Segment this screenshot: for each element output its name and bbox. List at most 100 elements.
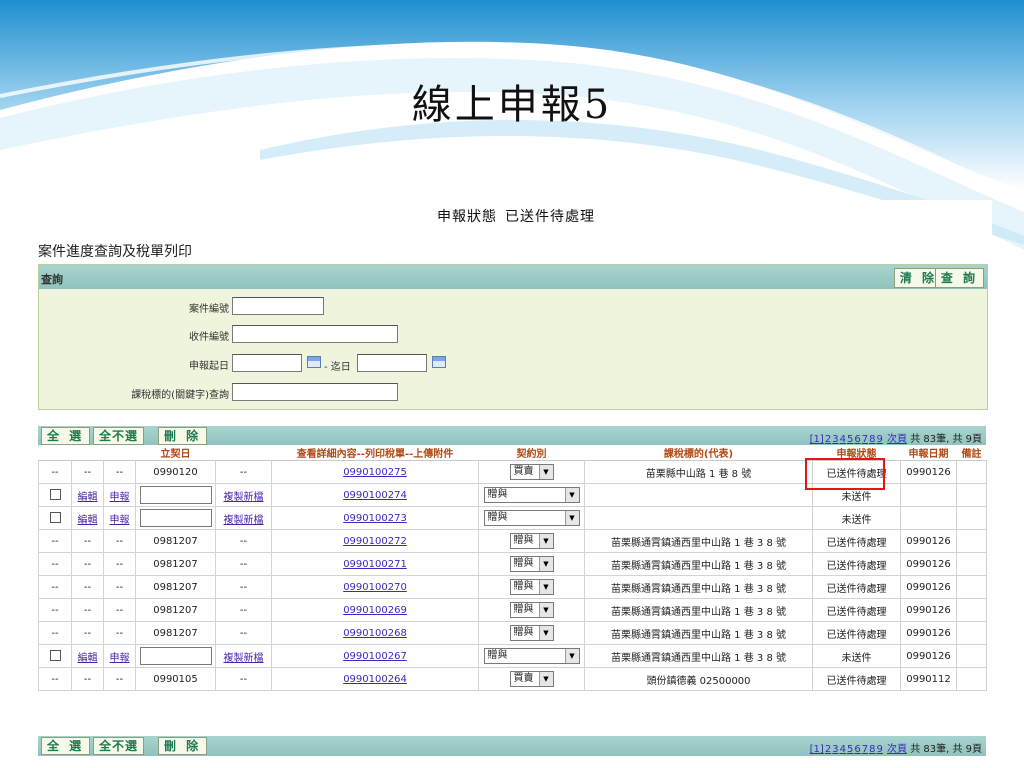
contract-date-cell [135,644,216,668]
pager-links: [1]23456789 [810,744,884,755]
case-no-link[interactable]: 0990100267 [343,651,407,662]
edit-cell: -- [71,667,104,691]
select-cell: -- [38,575,72,599]
page-link[interactable]: [1] [810,434,824,445]
contract-date: 0990105 [153,673,198,685]
case-no-link[interactable]: 0990100273 [343,513,407,524]
row-checkbox[interactable] [49,489,61,501]
select-all-button[interactable]: 全 選 [41,427,91,445]
page-link[interactable]: 6 [854,434,860,445]
case-no-link[interactable]: 0990100264 [343,674,407,685]
contract-type-select[interactable]: 贈與 ▼ [509,602,554,618]
contract-type-select[interactable]: 贈與 ▼ [483,487,580,503]
report-cell: -- [103,552,136,576]
copy-cell: -- [215,529,272,553]
page-link[interactable]: 7 [862,434,868,445]
select-cell [38,483,72,507]
next-page-link[interactable]: 次頁 [887,434,907,445]
contract-type-select[interactable]: 贈與 ▼ [509,625,554,641]
report-cell: -- [103,575,136,599]
case-no-link[interactable]: 0990100269 [343,605,407,616]
search-button[interactable]: 查 詢 [934,268,984,288]
delete-button[interactable]: 刪 除 [158,427,208,445]
contract-type-select[interactable]: 買賣 ▼ [509,464,554,480]
calendar-icon[interactable] [432,356,446,368]
next-page-link[interactable]: 次頁 [887,744,907,755]
page-link[interactable]: [1] [810,744,824,755]
contract-type-select[interactable]: 贈與 ▼ [509,579,554,595]
remark-cell [956,644,987,668]
table-row: -- -- -- 0981207 -- 0990100269 贈與 ▼ 苗栗縣通霄鎮通西里中山路… [38,598,987,622]
select-cell: -- [38,552,72,576]
contract-date-input[interactable] [139,486,212,504]
case-no-link[interactable]: 0990100275 [343,467,407,478]
contract-type-cell: 贈與 ▼ [478,644,585,668]
object-cell: 苗栗縣通霄鎮通西里中山路 1 巷 3 8 號 [584,621,813,645]
object-cell: 苗栗縣通霄鎮通西里中山路 1 巷 3 8 號 [584,552,813,576]
contract-date-input[interactable] [139,509,212,527]
report-link[interactable]: 申報 [110,515,130,526]
case-no-link[interactable]: 0990100268 [343,628,407,639]
page-link[interactable]: 9 [876,744,882,755]
calendar-icon[interactable] [307,356,321,368]
report-date-cell [900,506,957,530]
contract-type-select[interactable]: 贈與 ▼ [483,510,580,526]
copy-new-link[interactable]: 複製新檔 [224,492,264,503]
copy-new-link[interactable]: 複製新檔 [224,653,264,664]
contract-type-value: 贈與 [513,535,534,546]
row-checkbox[interactable] [49,512,61,524]
page-link[interactable]: 3 [832,434,838,445]
contract-type-select[interactable]: 贈與 ▼ [509,533,554,549]
edit-link[interactable]: 編輯 [78,492,98,503]
page-link[interactable]: 5 [847,434,853,445]
case-no-link[interactable]: 0990100274 [343,490,407,501]
page-link[interactable]: 6 [854,744,860,755]
status-cell: 未送件 [812,506,901,530]
page-link[interactable]: 8 [869,744,875,755]
case-no-link[interactable]: 0990100272 [343,536,407,547]
page-link[interactable]: 9 [876,434,882,445]
edit-cell: -- [71,575,104,599]
page-link[interactable]: 3 [832,744,838,755]
date-to-input[interactable] [357,354,427,372]
contract-date-cell: 0990105 [135,667,216,691]
keyword-input[interactable] [232,383,398,401]
contract-type-select[interactable]: 買賣 ▼ [509,671,554,687]
report-cell: -- [103,529,136,553]
empty-dash: -- [115,604,124,616]
report-link[interactable]: 申報 [110,492,130,503]
copy-new-link[interactable]: 複製新檔 [224,515,264,526]
page-link[interactable]: 4 [840,744,846,755]
empty-dash: -- [51,466,59,478]
case-no-link[interactable]: 0990100270 [343,582,407,593]
page-link[interactable]: 5 [847,744,853,755]
contract-date-input[interactable] [139,647,212,665]
edit-link[interactable]: 編輯 [78,653,98,664]
case-no-link[interactable]: 0990100271 [343,559,407,570]
edit-link[interactable]: 編輯 [78,515,98,526]
report-link[interactable]: 申報 [110,653,130,664]
select-none-button[interactable]: 全不選 [93,737,145,755]
contract-date-cell: 0981207 [135,575,216,599]
page-link[interactable]: 2 [825,744,831,755]
page-link[interactable]: 4 [840,434,846,445]
delete-button[interactable]: 刪 除 [158,737,208,755]
receipt-no-input[interactable] [232,325,398,343]
case-no-input[interactable] [232,297,324,315]
page-link[interactable]: 7 [862,744,868,755]
copy-cell: -- [215,621,272,645]
page-link[interactable]: 8 [869,434,875,445]
row-checkbox[interactable] [49,650,61,662]
contract-type-select[interactable]: 贈與 ▼ [483,648,580,664]
select-none-button[interactable]: 全不選 [93,427,145,445]
select-all-button[interactable]: 全 選 [41,737,91,755]
keyword-row: 課稅標的(關鍵字)查詢 [39,381,987,403]
select-cell: -- [38,529,72,553]
empty-dash: -- [83,627,92,639]
remark-cell [956,575,987,599]
contract-type-select[interactable]: 贈與 ▼ [509,556,554,572]
date-from-input[interactable] [232,354,302,372]
contract-type-cell: 買賣 ▼ [478,460,585,484]
page-link[interactable]: 2 [825,434,831,445]
report-cell: -- [103,598,136,622]
